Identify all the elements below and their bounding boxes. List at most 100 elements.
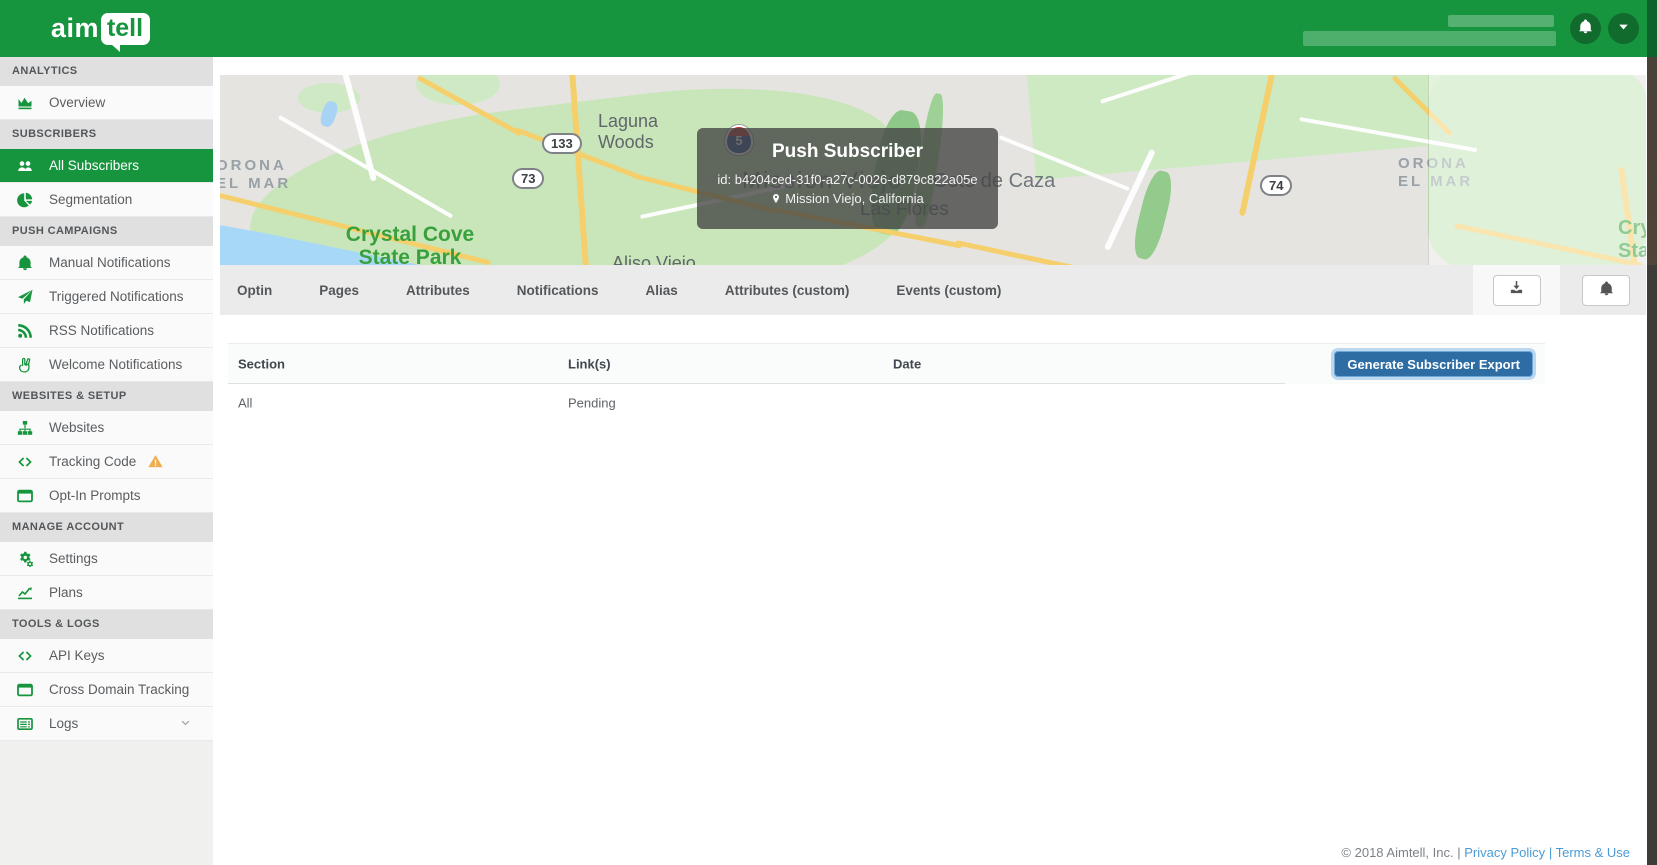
logo-speech-bubble: tell [100, 12, 151, 52]
tab-notifications[interactable]: Notifications [517, 283, 599, 298]
route-shield-133: 133 [542, 133, 582, 154]
tab-attributes[interactable]: Attributes [406, 283, 470, 298]
sidebar-item-opt-in-prompts[interactable]: Opt-In Prompts [0, 479, 213, 513]
sidebar-section-header-push-campaigns: PUSH CAMPAIGNS [0, 217, 213, 246]
generate-subscriber-export-button[interactable]: Generate Subscriber Export [1334, 351, 1533, 377]
tab-pages[interactable]: Pages [319, 283, 359, 298]
sidebar-item-label: Settings [49, 551, 98, 566]
footer-separator: | [1548, 845, 1553, 860]
account-name-redacted [1448, 15, 1554, 27]
subscriber-location: Mission Viejo, California [697, 191, 998, 206]
area-chart-icon [15, 95, 34, 111]
sidebar-item-label: Welcome Notifications [49, 357, 183, 372]
table-cell: All [238, 395, 253, 410]
terms-link[interactable]: Terms & Use [1556, 845, 1630, 860]
table-cell: Pending [568, 395, 616, 410]
paper-plane-icon [15, 289, 34, 305]
sidebar-section-header-websites-setup: WEBSITES & SETUP [0, 382, 213, 411]
sitemap-icon [15, 420, 34, 436]
tab-events-custom[interactable]: Events (custom) [896, 283, 1001, 298]
sidebar-item-manual-notifications[interactable]: Manual Notifications [0, 246, 213, 280]
subscriber-location-map[interactable]: ORONA EL MAR Crystal Cove State Park Lag… [220, 75, 1646, 265]
code-icon [15, 454, 34, 470]
route-shield-74: 74 [1260, 175, 1293, 196]
export-download-button[interactable] [1492, 274, 1541, 306]
sidebar-item-label: API Keys [49, 648, 105, 663]
copyright-text: © 2018 Aimtell, Inc. [1341, 845, 1454, 860]
map-label-corona-del-mar: ORONA EL MAR [220, 157, 292, 192]
footer-separator: | [1457, 845, 1461, 860]
sidebar-item-welcome-notifications[interactable]: Welcome Notifications [0, 348, 213, 382]
map-label-laguna-woods: Laguna Woods [598, 111, 659, 152]
footer: © 2018 Aimtell, Inc. | Privacy Policy | … [1341, 845, 1630, 860]
sidebar-item-logs[interactable]: Logs [0, 707, 213, 741]
sidebar: ANALYTICS Overview SUBSCRIBERS All Subscrib… [0, 57, 213, 865]
chevron-down-icon [176, 718, 195, 729]
tab-alias[interactable]: Alias [646, 283, 678, 298]
logo-aim-text: aim [50, 13, 99, 43]
optin-table: Section Link(s) Date Generate Subscriber E… [228, 343, 1545, 421]
line-chart-icon [15, 585, 34, 601]
column-header-link-s: Link(s) [568, 356, 611, 372]
sidebar-item-api-keys[interactable]: API Keys [0, 639, 213, 673]
download-panel [1473, 265, 1560, 315]
page-scrollbar[interactable] [1647, 0, 1657, 865]
tab-attributes-custom[interactable]: Attributes (custom) [725, 283, 850, 298]
top-header: aim tell [0, 0, 1657, 57]
sidebar-item-label: Websites [49, 420, 105, 435]
map-fade-overlay [1429, 75, 1646, 265]
location-pin-icon [771, 192, 781, 205]
tab-optin[interactable]: Optin [237, 283, 272, 298]
push-subscriber-title: Push Subscriber [772, 141, 923, 162]
sidebar-item-label: Plans [49, 585, 83, 600]
sidebar-item-websites[interactable]: Websites [0, 411, 213, 445]
sidebar-item-segmentation[interactable]: Segmentation [0, 183, 213, 217]
sidebar-item-label: Logs [49, 716, 79, 731]
sidebar-item-plans[interactable]: Plans [0, 576, 213, 610]
account-menu-button[interactable] [1608, 13, 1639, 44]
map-highway [954, 240, 1086, 265]
sidebar-item-label: Opt-In Prompts [49, 488, 141, 503]
window-icon [15, 488, 34, 504]
sidebar-item-all-subscribers[interactable]: All Subscribers [0, 149, 213, 183]
sidebar-item-settings[interactable]: Settings [0, 542, 213, 576]
caret-down-icon [1616, 19, 1631, 39]
sidebar-item-overview[interactable]: Overview [0, 86, 213, 120]
sidebar-item-cross-domain-tracking[interactable]: Cross Domain Tracking [0, 673, 213, 707]
notifications-button[interactable] [1570, 13, 1601, 44]
sidebar-item-triggered-notifications[interactable]: Triggered Notifications [0, 280, 213, 314]
pie-chart-icon [15, 192, 34, 208]
subscriber-id: id: b4204ced-31f0-a27c-0026-d879c822a05e [717, 172, 978, 187]
sidebar-item-label: Segmentation [49, 192, 133, 207]
sidebar-item-label: All Subscribers [49, 158, 140, 173]
sidebar-item-tracking-code[interactable]: Tracking Code [0, 445, 213, 479]
sidebar-item-label: RSS Notifications [49, 323, 155, 338]
logo-tell-text: tell [106, 13, 144, 42]
route-shield-73: 73 [512, 168, 545, 189]
account-url-redacted [1303, 31, 1556, 46]
rss-icon [15, 323, 34, 339]
sidebar-item-label: Manual Notifications [49, 255, 171, 270]
subscriber-tabbar: Optin Pages Attributes Notifications Alias At… [220, 265, 1646, 315]
sidebar-item-rss-notifications[interactable]: RSS Notifications [0, 314, 213, 348]
main-content: ORONA EL MAR Crystal Cove State Park Lag… [220, 75, 1646, 421]
sidebar-item-label: Cross Domain Tracking [49, 682, 190, 697]
sidebar-section-header-tools-logs: TOOLS & LOGS [0, 610, 213, 639]
sidebar-item-label: Tracking Code [49, 454, 137, 469]
gears-icon [15, 551, 34, 567]
column-header-date: Date [893, 356, 922, 372]
bell-icon [1578, 18, 1593, 39]
sidebar-section-header-analytics: ANALYTICS [0, 57, 213, 86]
code-icon [15, 648, 34, 664]
table-row[interactable]: All Pending [228, 384, 1545, 421]
privacy-policy-link[interactable]: Privacy Policy [1464, 845, 1545, 860]
sidebar-section-header-manage-account: MANAGE ACCOUNT [0, 513, 213, 542]
subscriber-location-text: Mission Viejo, California [785, 191, 924, 206]
hand-peace-icon [15, 357, 34, 373]
bell-icon [1599, 280, 1614, 301]
sidebar-section-header-subscribers: SUBSCRIBERS [0, 120, 213, 149]
aimtell-logo[interactable]: aim tell [0, 0, 201, 57]
notify-subscriber-button[interactable] [1582, 275, 1630, 306]
warning-icon [146, 454, 165, 469]
sidebar-item-label: Overview [49, 95, 106, 110]
